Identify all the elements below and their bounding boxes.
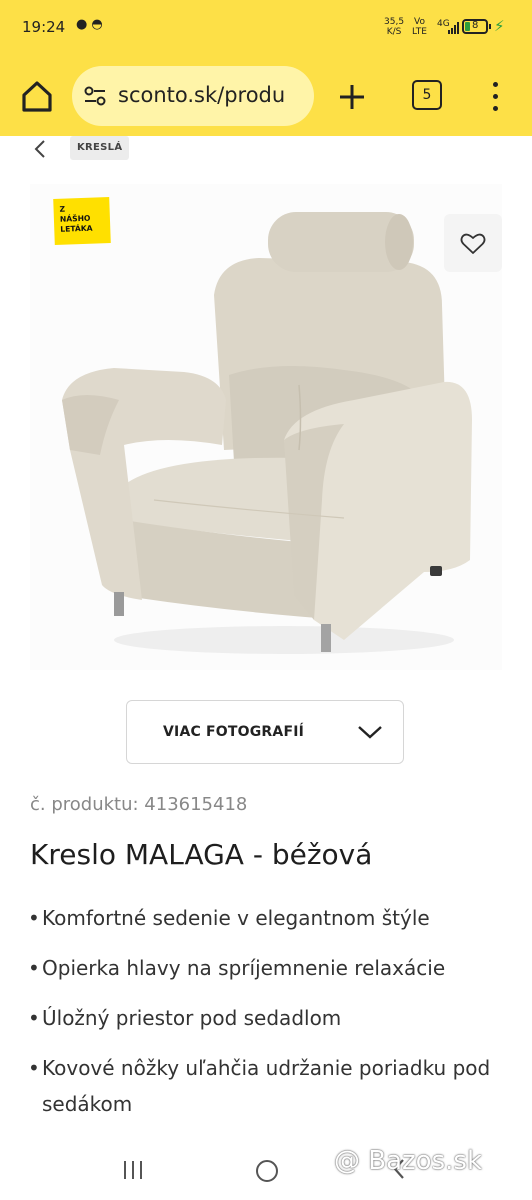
battery-level: 8 <box>472 20 479 31</box>
battery-fill <box>465 22 470 31</box>
breadcrumb-category[interactable]: KRESLÁ <box>70 136 130 160</box>
menu-dot <box>493 94 498 99</box>
chat-notification-icon: ● <box>76 17 92 32</box>
home-nav-button[interactable] <box>256 1160 278 1182</box>
browser-toolbar: sconto.sk/produ 5 <box>0 56 532 136</box>
recents-bar <box>132 1161 134 1179</box>
menu-dot <box>493 106 498 111</box>
recents-bar <box>140 1161 142 1179</box>
network-speed-unit: K/S <box>386 27 402 37</box>
home-button[interactable] <box>16 76 58 118</box>
tab-switcher-button[interactable]: 5 <box>412 80 442 110</box>
more-photos-button[interactable]: VIAC FOTOGRAFIÍ <box>126 700 404 764</box>
promo-badge-line: LETÁKA <box>60 223 93 234</box>
incognito-icon: ◓ <box>91 17 107 32</box>
heart-icon <box>460 233 486 254</box>
plus-icon <box>340 85 364 109</box>
volte-bottom: LTE <box>412 27 427 37</box>
network-speed-value: 35,5 <box>384 17 405 27</box>
home-icon <box>22 81 52 112</box>
address-bar[interactable]: sconto.sk/produ <box>72 66 314 126</box>
feature-item: Kovové nôžky uľahčia udržanie poriadku p… <box>28 1050 518 1122</box>
favorite-button[interactable] <box>444 214 502 272</box>
charging-icon: ⚡ <box>494 17 505 35</box>
notification-icons: ●◓ <box>76 17 107 32</box>
chevron-down-icon <box>358 726 382 739</box>
feature-list: Komfortné sedenie v elegantnom štýle Opi… <box>28 900 518 1136</box>
chevron-left-icon[interactable] <box>30 138 52 160</box>
recents-bar <box>124 1161 126 1179</box>
menu-dot <box>493 82 498 87</box>
battery-icon: 8 <box>462 19 488 34</box>
product-image-armchair[interactable] <box>44 200 484 670</box>
volte-indicator: Vo LTE <box>412 17 427 37</box>
url-text: sconto.sk/produ <box>118 83 286 107</box>
product-code: č. produktu: 413615418 <box>30 794 248 815</box>
feature-item: Úložný priestor pod sedadlom <box>28 1000 518 1036</box>
recent-apps-button[interactable] <box>122 1161 144 1179</box>
status-bar: 19:24 ●◓ 35,5 K/S Vo LTE 4G 8 ⚡ <box>0 0 532 56</box>
network-speed: 35,5 K/S <box>384 17 404 37</box>
new-tab-button[interactable] <box>333 78 371 116</box>
more-menu-button[interactable] <box>484 78 508 116</box>
feature-item: Komfortné sedenie v elegantnom štýle <box>28 900 518 936</box>
status-time: 19:24 <box>22 18 66 36</box>
volte-top: Vo <box>414 17 425 27</box>
battery-tip <box>489 24 491 29</box>
more-photos-label: VIAC FOTOGRAFIÍ <box>163 724 305 740</box>
product-title: Kreslo MALAGA - béžová <box>30 838 373 871</box>
site-settings-icon[interactable] <box>84 86 106 106</box>
watermark: @ Bazos.sk <box>334 1146 483 1176</box>
feature-item: Opierka hlavy na spríjemnenie relaxácie <box>28 950 518 986</box>
promo-badge: Z NÁŠHO LETÁKA <box>53 197 111 245</box>
signal-strength-icon <box>448 22 460 34</box>
